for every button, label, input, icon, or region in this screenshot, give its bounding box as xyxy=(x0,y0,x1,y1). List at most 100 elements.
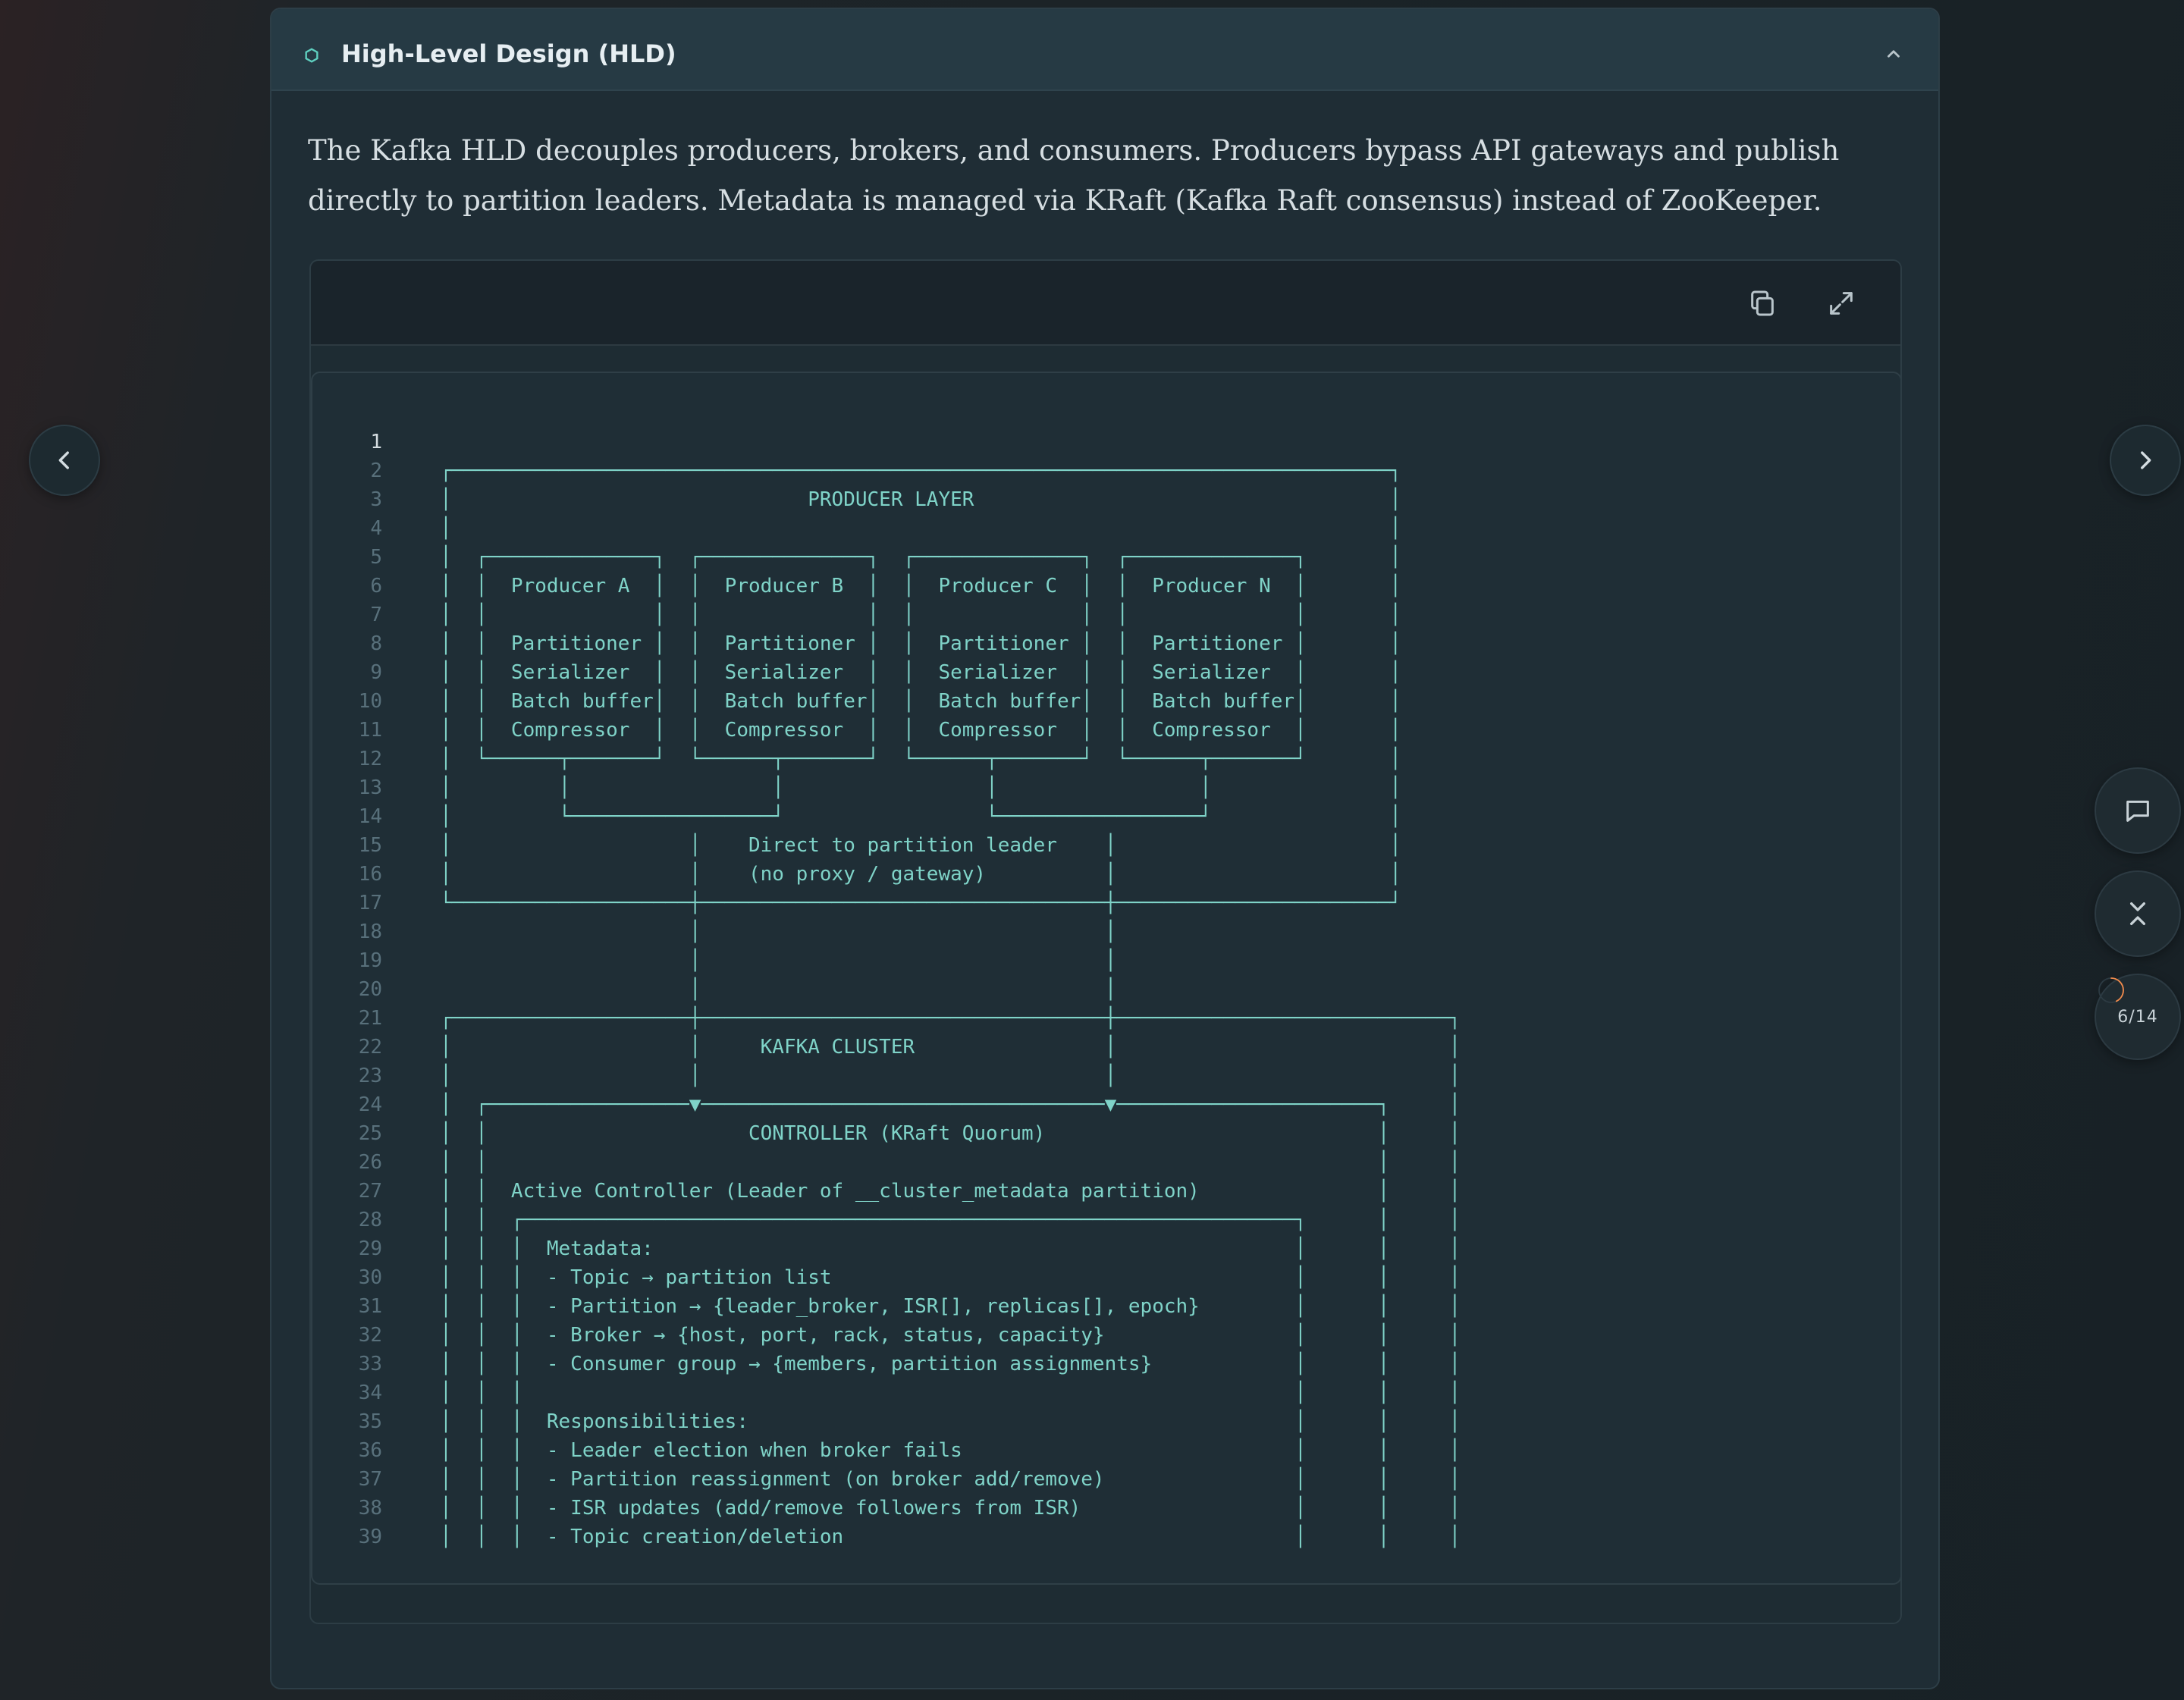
code-line: 9 │ │ Serializer │ │ Serializer │ │ Seria… xyxy=(312,658,1900,687)
expand-icon[interactable] xyxy=(1826,288,1856,318)
code-line: 7 │ │ │ │ │ │ │ │ │ │ xyxy=(312,601,1900,629)
line-text: │ │ CONTROLLER (KRaft Quorum) │ │ xyxy=(440,1122,1461,1145)
code-line: 11 │ │ Compressor │ │ Compressor │ │ Comp… xyxy=(312,716,1900,745)
code-line: 1 xyxy=(312,428,1900,456)
line-text: ┌───────────────────────────────────────… xyxy=(440,460,1401,482)
line-text: │ │ ┌───────────────────────────────────… xyxy=(440,1209,1461,1231)
line-number: 24 xyxy=(358,1093,382,1116)
code-line: 24 │ ┌─────────────────▼─────────────────… xyxy=(312,1090,1900,1119)
line-text: │ ┌──────────────┐ ┌──────────────┐ ┌───… xyxy=(440,546,1401,569)
line-text: │ │ │ - Topic → partition list │ │ │ xyxy=(440,1266,1461,1289)
chevron-left-icon xyxy=(58,451,69,469)
code-line: 27 │ │ Active Controller (Leader of __clu… xyxy=(312,1177,1900,1206)
code-line: 5 │ ┌──────────────┐ ┌──────────────┐ ┌──… xyxy=(312,543,1900,572)
line-number: 6 xyxy=(370,575,382,598)
line-text: │ │ │ - Topic creation/deletion │ │ │ xyxy=(440,1526,1461,1548)
line-text: │ │ │ - Leader election when broker fail… xyxy=(440,1439,1461,1462)
code-line: 21 ┌────────────────────┼────────────────… xyxy=(312,1004,1900,1033)
code-line: 12 │ └──────┬───────┘ └──────┬───────┘ └─… xyxy=(312,745,1900,773)
line-text: │ │ │ - Consumer group → {members, parti… xyxy=(440,1353,1461,1375)
code-line: 28 │ │ ┌─────────────────────────────────… xyxy=(312,1206,1900,1234)
collapse-all-button[interactable] xyxy=(2095,870,2181,957)
code-line: 6 │ │ Producer A │ │ Producer B │ │ Produ… xyxy=(312,572,1900,601)
line-text: │ │ │ - ISR updates (add/remove follower… xyxy=(440,1497,1461,1520)
code-line: 35 │ │ │ Responsibilities: │ │ │ xyxy=(312,1407,1900,1436)
hld-section-card: High-Level Design (HLD) The Kafka HLD de… xyxy=(270,8,1940,1689)
code-line: 29 │ │ │ Metadata: │ │ │ xyxy=(312,1234,1900,1263)
code-line: 25 │ │ CONTROLLER (KRaft Quorum) │ │ xyxy=(312,1119,1900,1148)
code-line: 23 │ │ │ │ xyxy=(312,1062,1900,1090)
line-number: 35 xyxy=(358,1410,382,1433)
line-number: 18 xyxy=(358,921,382,943)
line-text: │ │ │ │ │ │ │ │ │ │ xyxy=(440,604,1401,626)
line-text: │ └──────┬───────┘ └──────┬───────┘ └───… xyxy=(440,748,1401,770)
section-description: The Kafka HLD decouples producers, broke… xyxy=(308,134,1840,217)
line-number: 2 xyxy=(370,460,382,482)
line-number: 22 xyxy=(358,1036,382,1059)
line-text: │ │ │ Metadata: │ │ │ xyxy=(440,1237,1461,1260)
line-text: │ │ Partitioner │ │ Partitioner │ │ Part… xyxy=(440,632,1401,655)
collapse-all-icon xyxy=(2130,902,2145,925)
code-line: 14 │ └─────────────────┘ └───────────────… xyxy=(312,802,1900,831)
line-text: │ │ Direct to partition leader │ │ xyxy=(440,834,1401,857)
line-number: 4 xyxy=(370,517,382,540)
code-line: 30 │ │ │ - Topic → partition list │ │ │ xyxy=(312,1263,1900,1292)
line-number: 12 xyxy=(358,748,382,770)
code-line: 8 │ │ Partitioner │ │ Partitioner │ │ Par… xyxy=(312,629,1900,658)
code-line: 17 └────────────────────┼────────────────… xyxy=(312,889,1900,917)
code-line: 32 │ │ │ - Broker → {host, port, rack, st… xyxy=(312,1321,1900,1350)
line-text: └────────────────────┼──────────────────… xyxy=(440,892,1401,914)
hexagon-icon xyxy=(305,48,318,63)
progress-label: 6/14 xyxy=(2117,1007,2158,1027)
line-number: 25 xyxy=(358,1122,382,1145)
code-line: 36 │ │ │ - Leader election when broker fa… xyxy=(312,1436,1900,1465)
line-text: │ │ │ - Partition → {leader_broker, ISR[… xyxy=(440,1295,1461,1318)
line-text: │ │ │ │ │ │ xyxy=(440,1382,1461,1404)
comment-button[interactable] xyxy=(2095,767,2181,854)
next-section-button[interactable] xyxy=(2110,425,2181,496)
line-text: │ │ (no proxy / gateway) │ │ xyxy=(440,863,1401,886)
chevron-up-icon[interactable] xyxy=(1884,44,1903,64)
code-line: 39 │ │ │ - Topic creation/deletion │ │ │ xyxy=(312,1523,1900,1551)
comment-icon xyxy=(2126,800,2149,822)
progress-indicator[interactable]: 6/14 xyxy=(2095,974,2181,1060)
line-number: 9 xyxy=(370,661,382,684)
line-text: │ │ │ Responsibilities: │ │ │ xyxy=(440,1410,1461,1433)
line-number: 3 xyxy=(370,488,382,511)
section-header[interactable]: High-Level Design (HLD) xyxy=(271,9,1938,91)
line-text: │ PRODUCER LAYER │ xyxy=(440,488,1401,511)
line-number: 30 xyxy=(358,1266,382,1289)
line-number: 19 xyxy=(358,949,382,972)
line-text: │ │ Serializer │ │ Serializer │ │ Serial… xyxy=(440,661,1401,684)
line-number: 15 xyxy=(358,834,382,857)
line-number: 7 xyxy=(370,604,382,626)
code-viewer[interactable]: 1 2 ┌─────────────────────────────────────… xyxy=(311,372,1900,1585)
line-text: │ │ │ - Broker → {host, port, rack, stat… xyxy=(440,1324,1461,1347)
code-line: 20 │ │ xyxy=(312,975,1900,1004)
line-number: 23 xyxy=(358,1065,382,1087)
line-number: 20 xyxy=(358,978,382,1001)
section-title: High-Level Design (HLD) xyxy=(341,39,676,68)
line-text: │ │ xyxy=(440,978,1117,1001)
code-lines: 1 2 ┌─────────────────────────────────────… xyxy=(312,428,1900,1551)
previous-section-button[interactable] xyxy=(29,425,100,496)
line-number: 36 xyxy=(358,1439,382,1462)
code-line: 26 │ │ │ │ xyxy=(312,1148,1900,1177)
code-block: 1 2 ┌─────────────────────────────────────… xyxy=(309,259,1902,1624)
line-number: 11 xyxy=(358,719,382,742)
line-text: │ │ KAFKA CLUSTER │ │ xyxy=(440,1036,1461,1059)
line-number: 32 xyxy=(358,1324,382,1347)
line-text: │ │ xyxy=(440,517,1401,540)
code-line: 4 │ │ xyxy=(312,514,1900,543)
line-number: 28 xyxy=(358,1209,382,1231)
line-number: 29 xyxy=(358,1237,382,1260)
line-text: │ │ │ │ │ │ xyxy=(440,776,1401,799)
line-number: 38 xyxy=(358,1497,382,1520)
copy-icon[interactable] xyxy=(1747,288,1778,318)
line-text: │ │ │ │ xyxy=(440,1151,1461,1174)
line-number: 21 xyxy=(358,1007,382,1030)
code-line: 38 │ │ │ - ISR updates (add/remove follow… xyxy=(312,1494,1900,1523)
line-number: 26 xyxy=(358,1151,382,1174)
line-text: │ │ │ - Partition reassignment (on broke… xyxy=(440,1468,1461,1491)
line-text: │ │ xyxy=(440,921,1117,943)
